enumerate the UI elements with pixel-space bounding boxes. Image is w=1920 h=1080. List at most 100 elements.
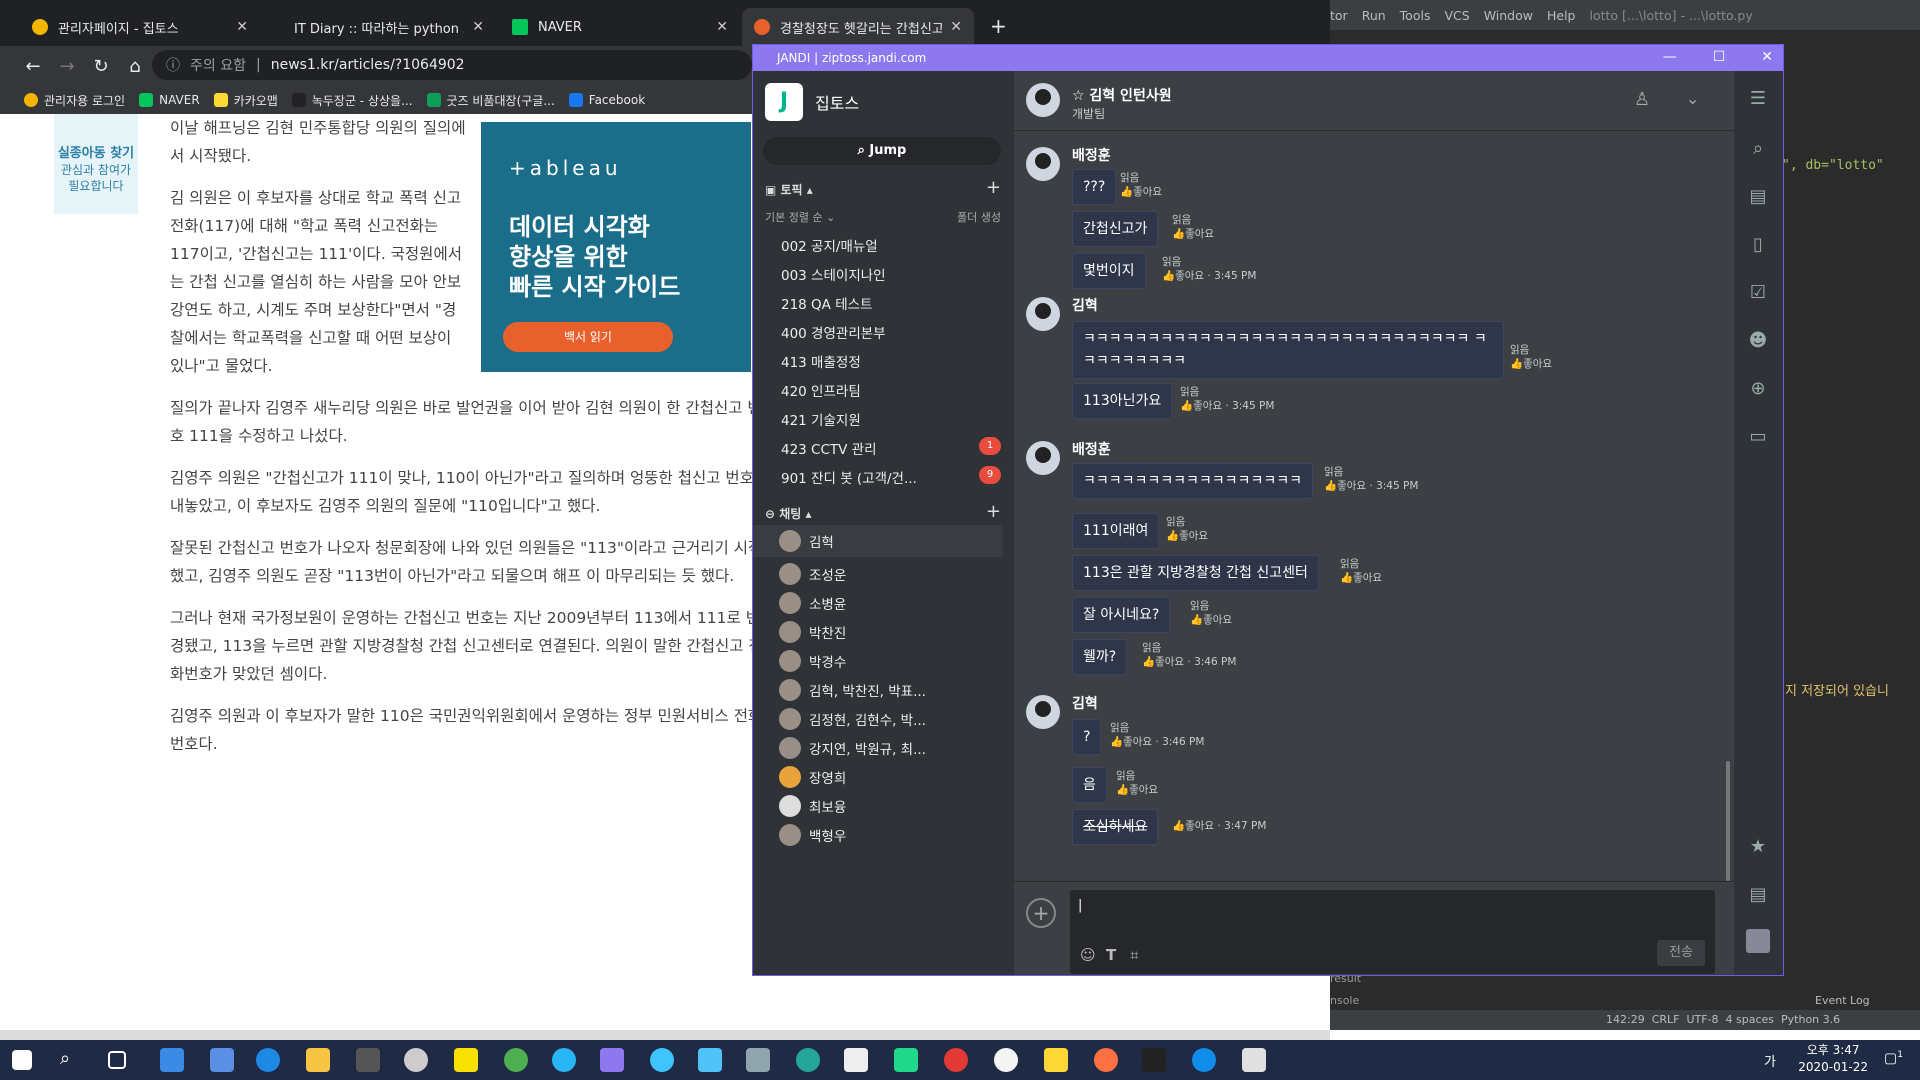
tableau-ad[interactable]: +ableau 데이터 시각화 향상을 위한 빠른 시작 가이드 백서 읽기 bbox=[481, 122, 751, 372]
jump-search-button[interactable]: ⌕ Jump bbox=[763, 137, 1001, 165]
chat-item[interactable]: 소병윤 bbox=[779, 592, 999, 614]
text-format-icon[interactable]: T bbox=[1106, 946, 1116, 964]
chat-item[interactable]: 김혁 bbox=[753, 525, 1003, 557]
system-clock[interactable]: 오후 3:47 2020-01-22 bbox=[1798, 1042, 1868, 1076]
chat-item[interactable]: 박경수 bbox=[779, 650, 999, 672]
address-bar[interactable]: ⓘ 주의 요함 | news1.kr/articles/?1064902 bbox=[152, 50, 752, 80]
sticky-notes-icon[interactable] bbox=[1044, 1048, 1068, 1072]
reload-icon[interactable]: ↻ bbox=[84, 56, 118, 77]
close-icon[interactable]: ✕ bbox=[1761, 49, 1773, 65]
member-icon[interactable]: ☻ bbox=[1746, 329, 1770, 353]
info-icon[interactable]: ⓘ bbox=[166, 55, 180, 75]
topic-item[interactable]: 218 QA 테스트 bbox=[781, 293, 1001, 313]
app-icon[interactable] bbox=[746, 1048, 770, 1072]
menu-icon[interactable]: ☰ bbox=[1746, 87, 1770, 111]
menu-item[interactable]: Tools bbox=[1400, 8, 1431, 23]
chat-item[interactable]: 박찬진 bbox=[779, 621, 999, 643]
connect-icon[interactable]: ⊕ bbox=[1746, 377, 1770, 401]
calculator-icon[interactable] bbox=[356, 1048, 380, 1072]
topic-item[interactable]: 421 기술지원 bbox=[781, 409, 1001, 429]
chat-item[interactable]: 김정현, 김현수, 박... bbox=[779, 708, 999, 730]
chat-item[interactable]: 장영희 bbox=[779, 766, 999, 788]
menu-item[interactable]: tor bbox=[1330, 8, 1348, 23]
message-bubble[interactable]: ? bbox=[1072, 719, 1102, 755]
missing-child-ad[interactable]: 실종아동 찾기 관심과 참여가 필요합니다 bbox=[54, 114, 138, 214]
user-profile-icon[interactable]: ♙ bbox=[1634, 89, 1650, 110]
message-bubble[interactable]: ㅋㅋㅋㅋㅋㅋㅋㅋㅋㅋㅋㅋㅋㅋㅋㅋㅋㅋㅋㅋㅋㅋㅋㅋㅋㅋㅋㅋㅋㅋ ㅋㅋㅋㅋㅋㅋㅋㅋㅋ bbox=[1072, 321, 1504, 379]
topic-item[interactable]: 003 스테이지나인 bbox=[781, 264, 1001, 284]
close-icon[interactable]: ✕ bbox=[236, 19, 248, 35]
ad-read-button[interactable]: 백서 읽기 bbox=[503, 322, 673, 352]
close-icon[interactable]: ✕ bbox=[716, 19, 728, 35]
app-icon[interactable] bbox=[944, 1048, 968, 1072]
message-bubble[interactable]: 113아닌가요 bbox=[1072, 383, 1173, 419]
message-bubble[interactable]: 음 bbox=[1072, 767, 1107, 803]
bookmark-item[interactable]: 카카오맵 bbox=[213, 92, 278, 109]
bookmark-item[interactable]: 굿즈 비품대장(구글... bbox=[426, 92, 555, 109]
new-tab-button[interactable]: + bbox=[990, 14, 1007, 38]
send-button[interactable]: 전송 bbox=[1657, 940, 1705, 966]
tab-news-article[interactable]: 경찰청장도 헷갈리는 간첩신고 ✕ bbox=[742, 8, 974, 46]
app-icon[interactable] bbox=[210, 1048, 234, 1072]
chrome-icon[interactable] bbox=[504, 1048, 528, 1072]
home-icon[interactable]: ⌂ bbox=[118, 56, 152, 77]
chats-header[interactable]: ⊖ 채팅 ▴ + bbox=[765, 501, 1001, 522]
app-icon[interactable] bbox=[698, 1048, 722, 1072]
app-icon[interactable] bbox=[650, 1048, 674, 1072]
create-folder-button[interactable]: 폴더 생성 bbox=[957, 209, 1001, 225]
avatar[interactable] bbox=[1746, 929, 1770, 953]
back-arrow-icon[interactable]: ← bbox=[16, 56, 50, 77]
topics-header[interactable]: ▣ 토픽 ▴ + bbox=[765, 177, 1001, 198]
menu-item[interactable]: Run bbox=[1362, 8, 1386, 23]
notification-icon[interactable]: ▢1 bbox=[1884, 1050, 1903, 1067]
menu-item[interactable]: Help bbox=[1547, 8, 1576, 23]
pycharm-icon[interactable] bbox=[894, 1048, 918, 1072]
chat-item[interactable]: 강지연, 박원규, 최... bbox=[779, 737, 999, 759]
task-view-icon[interactable] bbox=[108, 1051, 126, 1069]
app-icon[interactable] bbox=[160, 1048, 184, 1072]
message-bubble[interactable]: 웰까? bbox=[1072, 639, 1128, 675]
topic-item[interactable]: 423 CCTV 관리 1 bbox=[781, 437, 1001, 458]
tab-admin[interactable]: 관리자페이지 - 집토스 ✕ bbox=[20, 8, 260, 46]
message-bubble[interactable]: ㅋㅋㅋㅋㅋㅋㅋㅋㅋㅋㅋㅋㅋㅋㅋㅋㅋ bbox=[1072, 463, 1313, 499]
message-input[interactable]: | ☺ T ⌗ 전송 bbox=[1070, 890, 1715, 974]
search-icon[interactable]: ⌕ bbox=[1746, 137, 1770, 161]
minimize-icon[interactable]: — bbox=[1663, 49, 1677, 65]
close-icon[interactable]: ✕ bbox=[472, 19, 484, 35]
tab-itdiary[interactable]: IT Diary :: 따라하는 python 로또 ✕ bbox=[282, 8, 496, 46]
file-icon[interactable]: ▯ bbox=[1746, 233, 1770, 257]
add-attachment-button[interactable]: + bbox=[1026, 898, 1056, 928]
chat-item[interactable]: 최보융 bbox=[779, 795, 999, 817]
add-topic-button[interactable]: + bbox=[986, 177, 1001, 198]
app-icon[interactable] bbox=[844, 1048, 868, 1072]
emoji-icon[interactable]: ☺ bbox=[1080, 946, 1096, 964]
event-log-button[interactable]: Event Log bbox=[1815, 994, 1870, 1007]
message-bubble[interactable]: 111이래여 bbox=[1072, 513, 1160, 549]
team-header[interactable]: J 집토스 bbox=[765, 83, 859, 121]
teamviewer-icon[interactable] bbox=[1192, 1048, 1216, 1072]
inbox-icon[interactable]: ▭ bbox=[1746, 425, 1770, 449]
bookmark-item[interactable]: 녹두장군 - 상상을... bbox=[291, 92, 413, 109]
app-icon[interactable] bbox=[796, 1048, 820, 1072]
topic-item[interactable]: 901 잔디 봇 (고객/건... 9 bbox=[781, 466, 1001, 487]
maximize-icon[interactable]: ☐ bbox=[1713, 49, 1726, 65]
message-bubble[interactable]: ??? bbox=[1072, 169, 1117, 205]
sort-dropdown[interactable]: 기본 정렬 순 bbox=[765, 211, 823, 224]
message-bubble[interactable]: 간첩신고가 bbox=[1072, 211, 1159, 247]
menu-item[interactable]: Window bbox=[1484, 8, 1533, 23]
message-bubble[interactable]: 113은 관할 지방경찰청 간첩 신고센터 bbox=[1072, 555, 1319, 591]
chat-scrollbar[interactable] bbox=[1726, 761, 1730, 881]
windows-start-icon[interactable] bbox=[12, 1050, 32, 1070]
topic-item[interactable]: 400 경영관리본부 bbox=[781, 322, 1001, 342]
app-icon[interactable] bbox=[994, 1048, 1018, 1072]
bookmark-item[interactable]: Facebook bbox=[568, 93, 645, 107]
star-icon[interactable]: ★ bbox=[1746, 835, 1770, 859]
chat-item[interactable]: 김혁, 박찬진, 박표... bbox=[779, 679, 999, 701]
chat-item[interactable]: 조성운 bbox=[779, 563, 999, 585]
search-icon[interactable]: ⌕ bbox=[60, 1048, 84, 1072]
explorer-icon[interactable] bbox=[306, 1048, 330, 1072]
todo-icon[interactable]: ☑ bbox=[1746, 281, 1770, 305]
kakaotalk-icon[interactable] bbox=[454, 1048, 478, 1072]
app-icon[interactable] bbox=[404, 1048, 428, 1072]
bookmark-item[interactable]: 관리자용 로그인 bbox=[24, 92, 125, 109]
